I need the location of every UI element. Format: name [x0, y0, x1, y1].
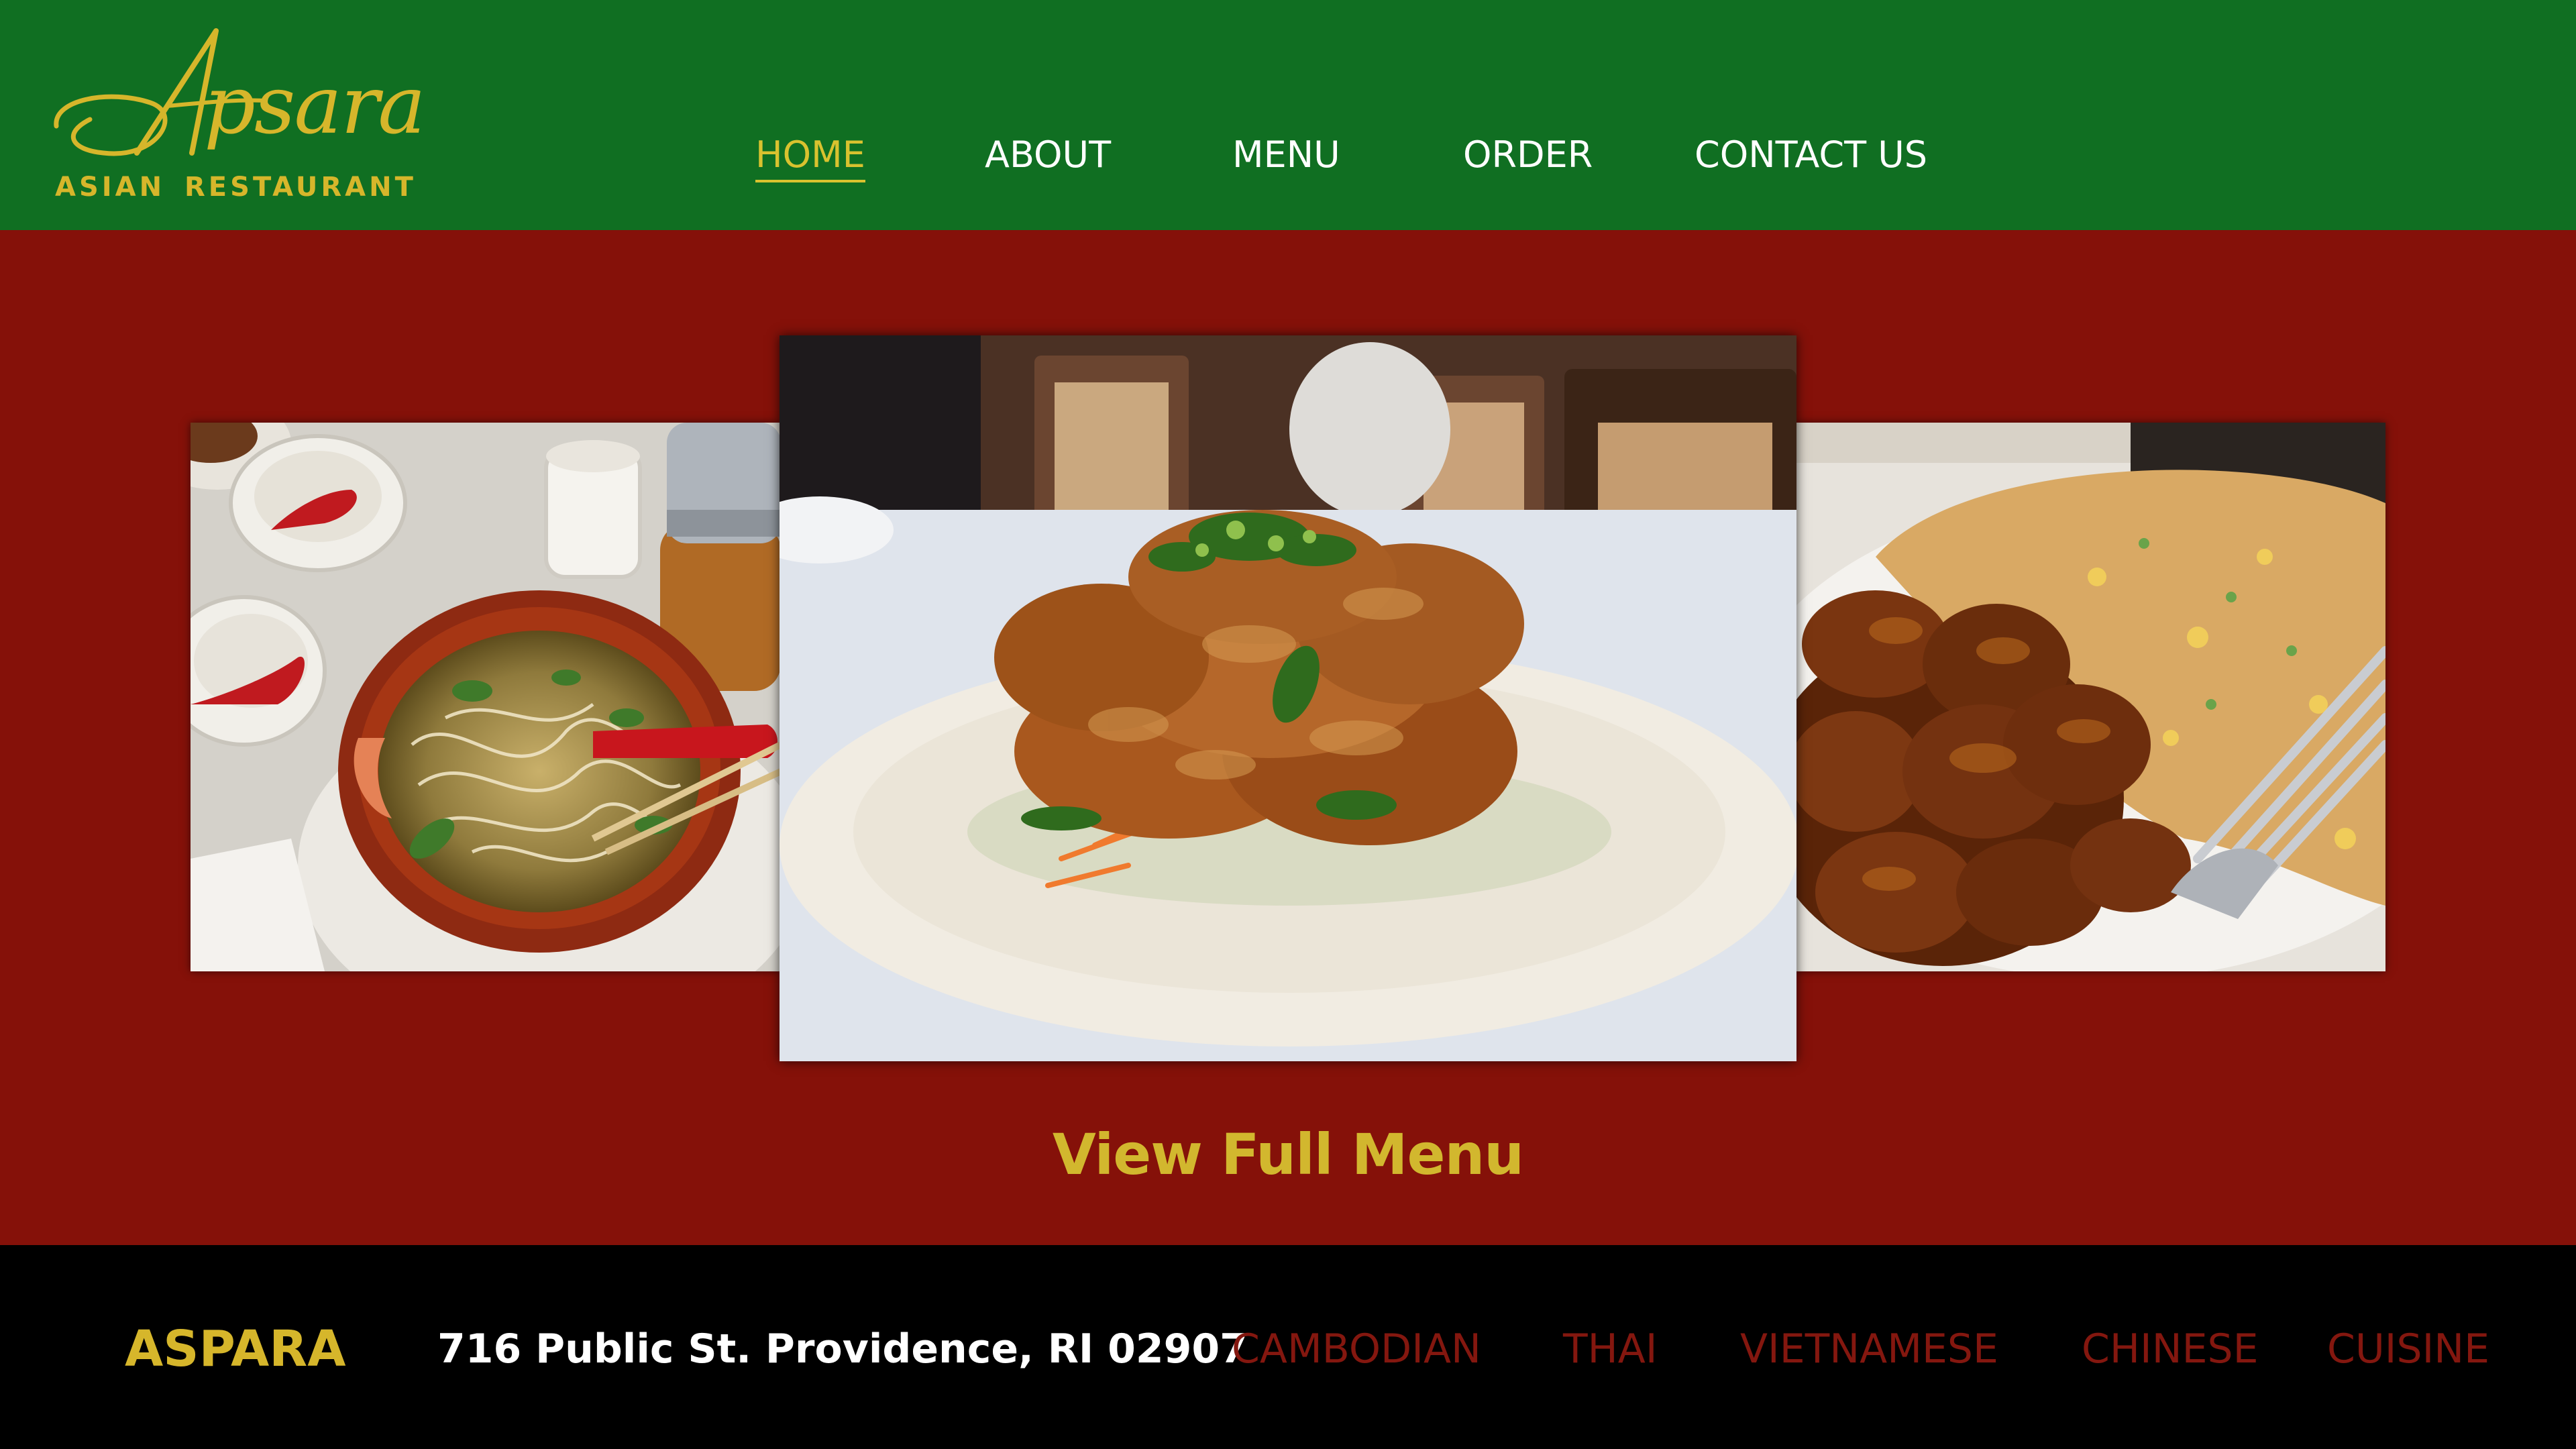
fried-chicken-photo[interactable] [780, 335, 1796, 1061]
noodle-soup-illustration [191, 423, 781, 971]
nav-item-order[interactable]: ORDER [1463, 131, 1593, 178]
cuisine-chinese: CHINESE [2082, 1326, 2259, 1373]
nav-item-about[interactable]: ABOUT [985, 131, 1111, 178]
site-header: psara ASIAN RESTAURANT HOME ABOUT MENU O… [0, 0, 2576, 230]
nav-item-contact-us[interactable]: CONTACT US [1695, 131, 1927, 178]
footer-brand: ASPARA [125, 1320, 346, 1378]
orange-chicken-fried-rice-photo[interactable] [1795, 423, 2385, 971]
nav-item-menu[interactable]: MENU [1232, 131, 1340, 178]
nav-item-home[interactable]: HOME [755, 131, 865, 182]
orange-chicken-illustration [1795, 423, 2385, 971]
nav-item-home-label: HOME [755, 133, 865, 176]
fried-chicken-illustration [780, 335, 1796, 1061]
view-full-menu-link[interactable]: View Full Menu [0, 1122, 2576, 1187]
apsara-logo[interactable]: psara ASIAN RESTAURANT [50, 25, 426, 207]
cuisine-vietnamese: VIETNAMESE [1740, 1326, 1998, 1373]
cuisine-thai: THAI [1563, 1326, 1658, 1373]
logo-subtitle: ASIAN RESTAURANT [55, 172, 417, 203]
cuisine-cuisine: CUISINE [2327, 1326, 2490, 1373]
logo-script-text: psara [204, 59, 426, 152]
footer-address: 716 Public St. Providence, RI 02907 [437, 1326, 1248, 1373]
cuisine-cambodian: CAMBODIAN [1232, 1326, 1481, 1373]
active-underline [755, 180, 865, 182]
noodle-soup-photo[interactable] [191, 423, 781, 971]
site-footer: ASPARA 716 Public St. Providence, RI 029… [0, 1245, 2576, 1449]
